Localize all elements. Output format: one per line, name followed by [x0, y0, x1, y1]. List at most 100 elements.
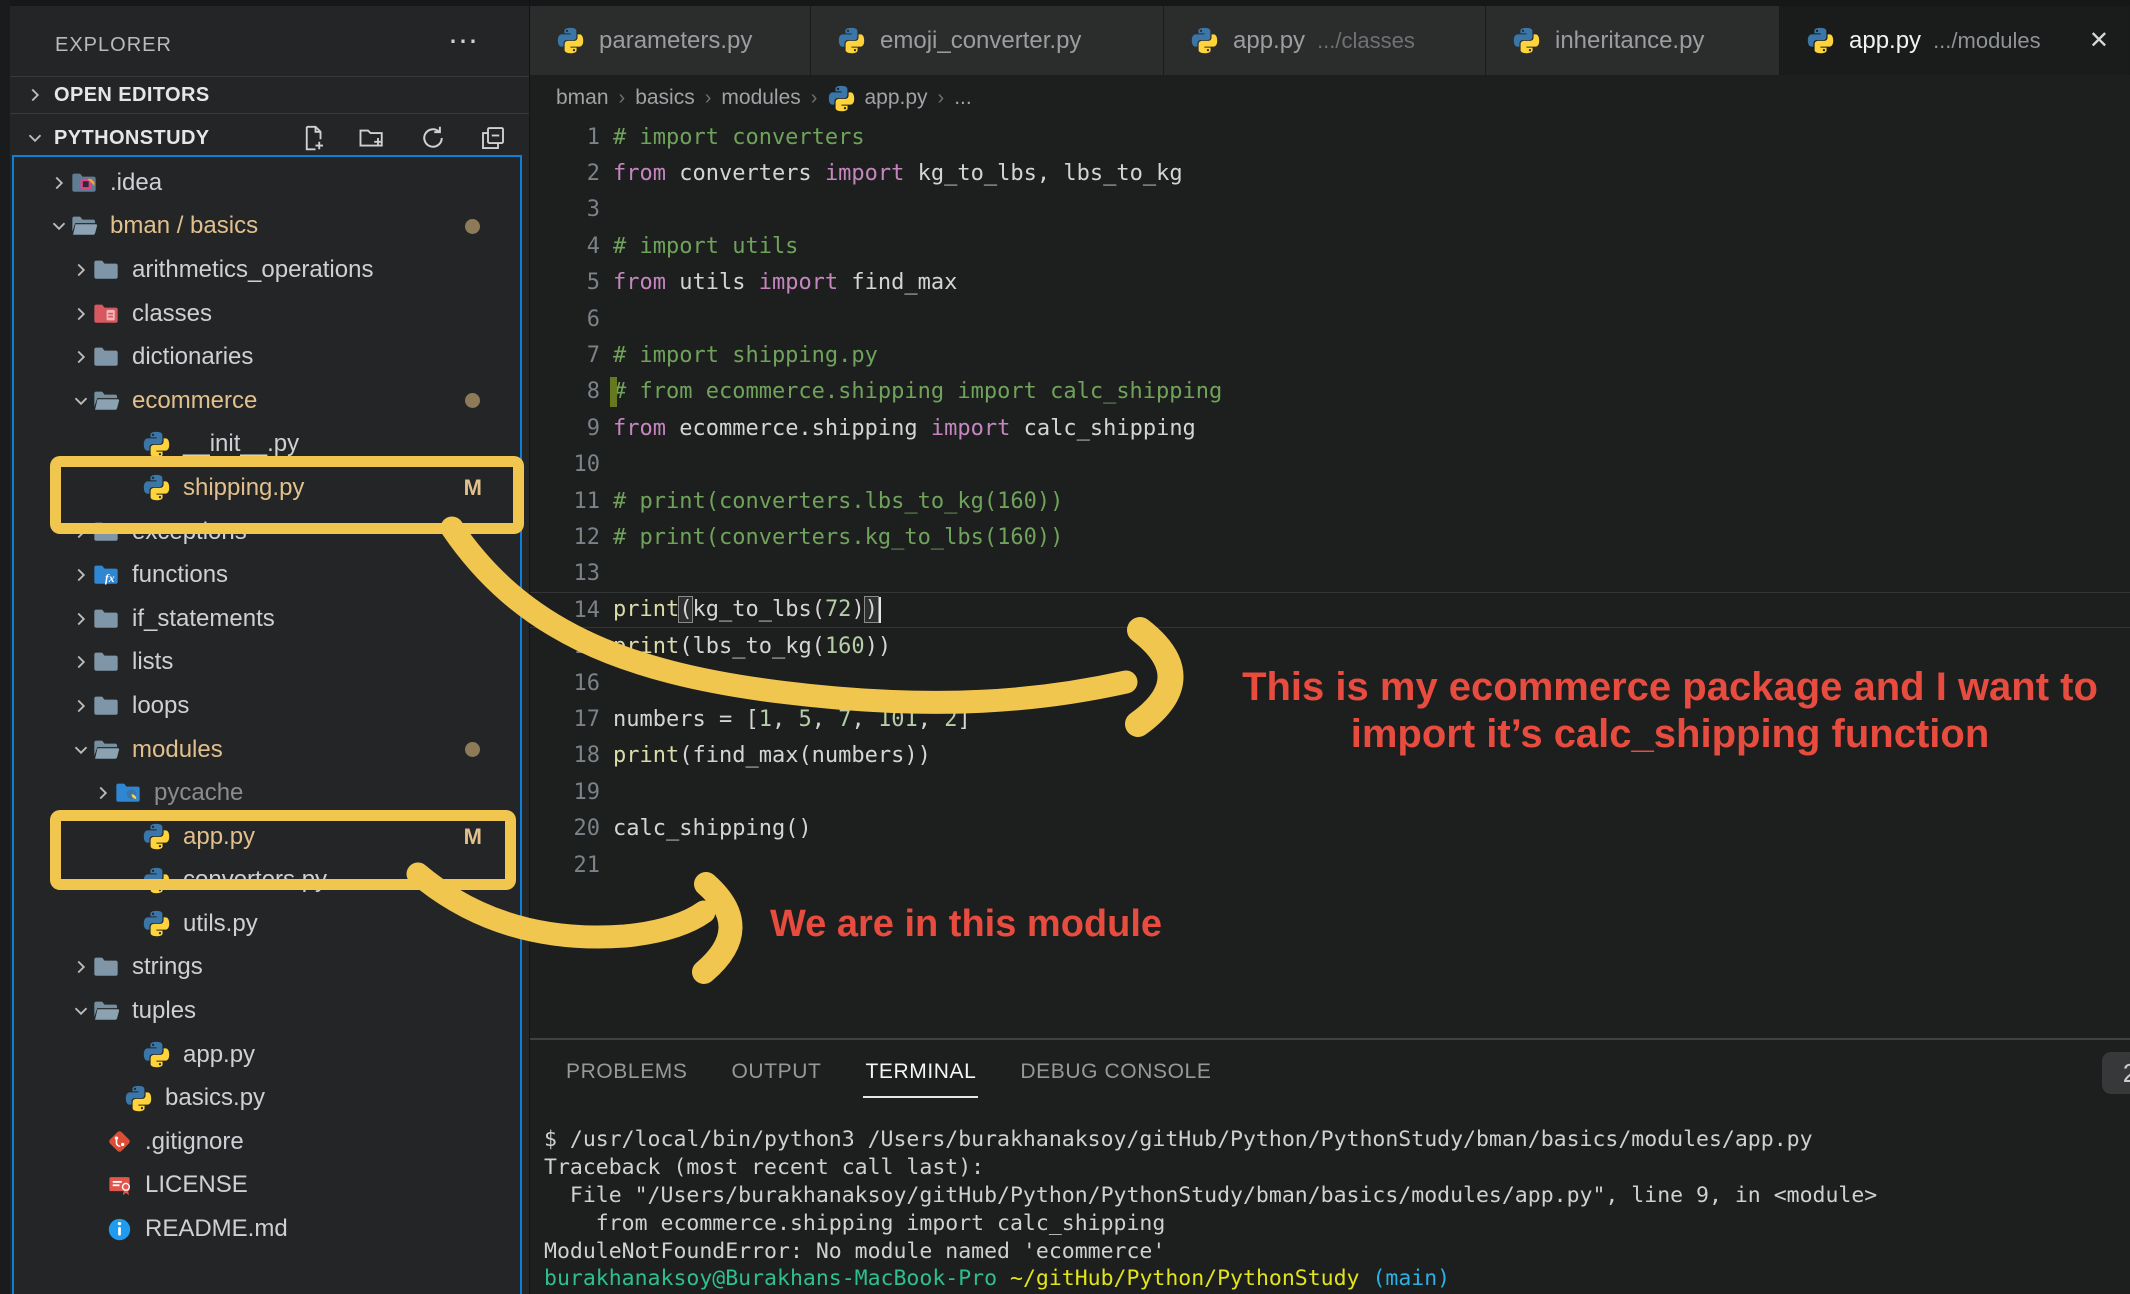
- tree-item-exceptions[interactable]: exceptions: [14, 510, 516, 554]
- code-line-19[interactable]: 19: [530, 774, 2130, 810]
- code-text: print(kg_to_lbs(72)): [613, 597, 881, 623]
- code-line-20[interactable]: 20calc_shipping(): [530, 810, 2130, 846]
- chevron-right-icon: [70, 521, 92, 543]
- tree-item-if-statements[interactable]: if_statements: [14, 597, 516, 641]
- tree-item-modules[interactable]: modules: [14, 728, 516, 772]
- python-icon: [142, 909, 171, 938]
- readme-icon: [106, 1216, 133, 1243]
- panel-tab-problems[interactable]: PROBLEMS: [566, 1060, 688, 1098]
- tree-item-lists[interactable]: lists: [14, 641, 516, 685]
- tree-item-arithmetics-operations[interactable]: arithmetics_operations: [14, 248, 516, 292]
- breadcrumb-item[interactable]: basics: [635, 86, 695, 110]
- tree-item-license[interactable]: LICENSE: [14, 1164, 516, 1208]
- code-line-2[interactable]: 2from converters import kg_to_lbs, lbs_t…: [530, 155, 2130, 191]
- code-line-14[interactable]: 14print(kg_to_lbs(72)): [530, 592, 2130, 628]
- tree-item-dictionaries[interactable]: dictionaries: [14, 335, 516, 379]
- git-modified-dot: [465, 219, 480, 234]
- code-editor[interactable]: bman›basics›modules›app.py›... 1# import…: [530, 75, 2130, 1038]
- chevron-down-icon: [24, 127, 46, 149]
- code-line-6[interactable]: 6: [530, 301, 2130, 337]
- code-line-15[interactable]: 15print(lbs_to_kg(160)): [530, 628, 2130, 664]
- editor-tab-app-py[interactable]: app.py.../modules✕: [1780, 6, 2130, 75]
- gutter-change-indicator: [610, 377, 617, 407]
- chevron-down-icon: [70, 1000, 92, 1022]
- tree-item-bman-basics[interactable]: bman / basics: [14, 205, 516, 249]
- code-line-16[interactable]: 16: [530, 665, 2130, 701]
- tree-item-label: modules: [132, 736, 223, 764]
- editor-tab-parameters-py[interactable]: parameters.py: [530, 6, 811, 75]
- python-icon: [837, 26, 866, 55]
- bottom-panel: PROBLEMS OUTPUT TERMINAL DEBUG CONSOLE $ /u…: [530, 1038, 2130, 1294]
- editor-tab-app-py[interactable]: app.py.../classes: [1164, 6, 1486, 75]
- code-area[interactable]: 1# import converters2from converters imp…: [530, 119, 2130, 883]
- python-icon: [556, 26, 585, 55]
- panel-tab-debug-console[interactable]: DEBUG CONSOLE: [1020, 1060, 1211, 1098]
- tree-item-strings[interactable]: strings: [14, 946, 516, 990]
- line-number: 21: [530, 853, 600, 878]
- tree-item-utils-py[interactable]: utils.py: [14, 902, 516, 946]
- breadcrumb-separator: ›: [705, 87, 712, 110]
- code-line-10[interactable]: 10: [530, 447, 2130, 483]
- tree-item--gitignore[interactable]: .gitignore: [14, 1120, 516, 1164]
- terminal-count-badge[interactable]: 2: [2102, 1052, 2130, 1094]
- tree-item-pycache[interactable]: pycache: [14, 771, 516, 815]
- folder-icon: [92, 648, 120, 676]
- code-line-4[interactable]: 4# import utils: [530, 228, 2130, 264]
- panel-tab-output[interactable]: OUTPUT: [732, 1060, 822, 1098]
- code-line-11[interactable]: 11# print(converters.lbs_to_kg(160)): [530, 483, 2130, 519]
- code-line-12[interactable]: 12# print(converters.kg_to_lbs(160)): [530, 519, 2130, 555]
- code-line-13[interactable]: 13: [530, 556, 2130, 592]
- folder-icon: [92, 518, 120, 546]
- explorer-title: EXPLORER: [55, 34, 172, 57]
- breadcrumb-item[interactable]: app.py: [864, 86, 927, 110]
- tree-item-converters-py[interactable]: converters.py: [14, 859, 516, 903]
- breadcrumb-item[interactable]: modules: [721, 86, 800, 110]
- open-editors-section[interactable]: OPEN EDITORS: [10, 76, 529, 113]
- tree-item-functions[interactable]: fxfunctions: [14, 553, 516, 597]
- close-icon[interactable]: ✕: [2089, 26, 2109, 55]
- tree-item-app-py[interactable]: app.pyM: [14, 815, 516, 859]
- code-line-17[interactable]: 17numbers = [1, 5, 7, 101, 2]: [530, 701, 2130, 737]
- code-line-8[interactable]: 8# from ecommerce.shipping import calc_s…: [530, 374, 2130, 410]
- code-line-9[interactable]: 9from ecommerce.shipping import calc_shi…: [530, 410, 2130, 446]
- new-file-icon[interactable]: [297, 122, 329, 154]
- code-line-1[interactable]: 1# import converters: [530, 119, 2130, 155]
- terminal-output[interactable]: $ /usr/local/bin/python3 /Users/burakhan…: [544, 1126, 1877, 1293]
- left-edge-strip: [0, 0, 10, 1294]
- line-number: 16: [530, 671, 600, 696]
- code-line-18[interactable]: 18print(find_max(numbers)): [530, 738, 2130, 774]
- code-line-7[interactable]: 7# import shipping.py: [530, 337, 2130, 373]
- tree-item-app-py[interactable]: app.py: [14, 1033, 516, 1077]
- code-line-5[interactable]: 5from utils import find_max: [530, 265, 2130, 301]
- tree-item-basics-py[interactable]: basics.py: [14, 1076, 516, 1120]
- tree-item-label: utils.py: [183, 910, 258, 938]
- breadcrumb-item[interactable]: bman: [556, 86, 609, 110]
- collapse-all-icon[interactable]: [477, 122, 509, 154]
- python-icon: [1190, 26, 1219, 55]
- tree-item-loops[interactable]: loops: [14, 684, 516, 728]
- breadcrumb[interactable]: bman›basics›modules›app.py›...: [556, 81, 972, 115]
- tree-item-ecommerce[interactable]: ecommerce: [14, 379, 516, 423]
- editor-tab-inheritance-py[interactable]: inheritance.py: [1486, 6, 1780, 75]
- tree-item-tuples[interactable]: tuples: [14, 989, 516, 1033]
- editor-tab-emoji_converter-py[interactable]: emoji_converter.py: [811, 6, 1164, 75]
- tree-item-label: exceptions: [132, 518, 247, 546]
- tree-item-shipping-py[interactable]: shipping.pyM: [14, 466, 516, 510]
- refresh-icon[interactable]: [417, 122, 449, 154]
- tree-item--idea[interactable]: .idea: [14, 161, 516, 205]
- tree-item-classes[interactable]: classes: [14, 292, 516, 336]
- tree-item-readme-md[interactable]: README.md: [14, 1207, 516, 1251]
- breadcrumb-item[interactable]: ...: [954, 86, 972, 110]
- explorer-more-actions-icon[interactable]: ⋯: [448, 24, 480, 59]
- new-folder-icon[interactable]: [357, 122, 389, 154]
- tree-item-label: .idea: [110, 169, 162, 197]
- chevron-right-icon: [70, 303, 92, 325]
- code-line-21[interactable]: 21: [530, 847, 2130, 883]
- tree-item--init-py[interactable]: __init__.py: [14, 423, 516, 467]
- code-line-3[interactable]: 3: [530, 192, 2130, 228]
- line-number: 19: [530, 780, 600, 805]
- panel-tab-terminal[interactable]: TERMINAL: [865, 1060, 976, 1098]
- chevron-right-icon: [70, 651, 92, 673]
- terminal-line-6: burakhanaksoy@Burakhans-MacBook-Pro ~/gi…: [544, 1265, 1877, 1293]
- python-icon: [124, 1084, 153, 1113]
